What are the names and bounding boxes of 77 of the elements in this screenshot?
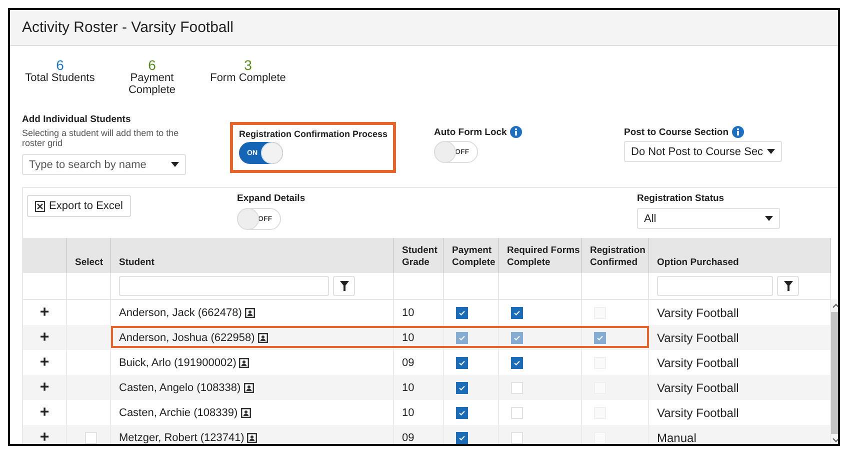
expand-toggle[interactable]: + bbox=[40, 304, 50, 320]
id-card-icon[interactable] bbox=[244, 382, 254, 392]
export-button[interactable]: Export to Excel bbox=[27, 195, 131, 217]
column-header[interactable]: Required Forms Complete bbox=[507, 245, 581, 269]
dropdown-label: Registration Status bbox=[637, 193, 726, 204]
stat-value: 6 bbox=[148, 58, 156, 72]
stat-value: 3 bbox=[244, 58, 252, 72]
checkbox[interactable] bbox=[511, 306, 523, 318]
table-cell: 09 bbox=[402, 432, 414, 444]
table-cell: 10 bbox=[402, 306, 414, 318]
checkbox[interactable] bbox=[456, 382, 468, 394]
table-cell: 10 bbox=[402, 406, 414, 418]
filter-field[interactable] bbox=[119, 276, 329, 296]
column-header[interactable]: Student bbox=[119, 257, 154, 269]
dropdown-label: Post to Course Section bbox=[624, 126, 729, 138]
caret-icon bbox=[171, 162, 179, 167]
table-cell: 10 bbox=[402, 382, 414, 394]
scroll-up-icon[interactable] bbox=[832, 303, 838, 308]
checkbox[interactable] bbox=[511, 356, 523, 368]
student-name[interactable]: Anderson, Joshua (622958) bbox=[119, 332, 255, 344]
expand-toggle[interactable]: + bbox=[40, 404, 50, 420]
hint-text: Selecting a student will add them to the roster grid bbox=[22, 128, 180, 148]
column-header[interactable]: Student Grade bbox=[402, 245, 443, 269]
select-checkbox[interactable] bbox=[84, 432, 96, 444]
student-name[interactable]: Metzger, Robert (123741) bbox=[119, 432, 244, 444]
checkbox[interactable] bbox=[456, 432, 468, 444]
id-card-icon[interactable] bbox=[244, 308, 255, 318]
column-header[interactable]: Registration Confirmed bbox=[590, 245, 648, 269]
filter-field[interactable] bbox=[657, 276, 773, 296]
table-cell: Varsity Football bbox=[657, 406, 739, 420]
info-icon[interactable] bbox=[510, 126, 522, 138]
section-label: Add Individual Students bbox=[22, 114, 132, 125]
expand-toggle[interactable]: + bbox=[40, 380, 50, 396]
student-name[interactable]: Anderson, Jack (662478) bbox=[119, 306, 242, 318]
caret-icon bbox=[765, 216, 773, 221]
table-cell: 10 bbox=[402, 332, 414, 344]
expand-toggle[interactable]: + bbox=[40, 430, 50, 444]
checkbox[interactable] bbox=[456, 356, 468, 368]
column-header[interactable]: Payment Complete bbox=[452, 245, 498, 269]
table-cell: 09 bbox=[402, 356, 414, 368]
stat-label: Form Complete bbox=[210, 72, 286, 84]
student-name[interactable]: Casten, Archie (108339) bbox=[119, 406, 238, 418]
table-cell: Varsity Football bbox=[657, 330, 739, 344]
filter-icon bbox=[340, 281, 348, 291]
filter-icon bbox=[784, 281, 792, 291]
window-title: Activity Roster - Varsity Football bbox=[22, 19, 234, 36]
expand-toggle[interactable]: + bbox=[40, 354, 50, 370]
search-field[interactable]: Type to search by name bbox=[22, 154, 186, 175]
id-card-icon[interactable] bbox=[258, 332, 268, 342]
caret-icon bbox=[767, 149, 775, 154]
toggle-label: Auto Form Lock bbox=[434, 126, 507, 138]
stat-label: Total Students bbox=[25, 72, 95, 84]
table-cell: Varsity Football bbox=[657, 356, 739, 370]
expand-toggle[interactable]: + bbox=[40, 330, 50, 346]
student-name[interactable]: Buick, Arlo (191900002) bbox=[119, 356, 236, 368]
table-cell: Manual bbox=[657, 430, 696, 444]
id-card-icon[interactable] bbox=[239, 358, 250, 368]
column-header[interactable]: Option Purchased bbox=[657, 257, 739, 269]
checkbox[interactable] bbox=[456, 306, 468, 318]
status-dropdown[interactable]: All bbox=[637, 208, 780, 229]
toggle-label: Expand Details bbox=[237, 193, 306, 204]
student-name[interactable]: Casten, Angelo (108338) bbox=[119, 382, 241, 394]
stat-label: Payment Complete bbox=[127, 72, 177, 96]
filter-button[interactable] bbox=[333, 276, 355, 296]
column-header[interactable]: Select bbox=[75, 257, 103, 269]
checkbox[interactable] bbox=[456, 406, 468, 418]
scroll-down-icon[interactable] bbox=[832, 438, 838, 443]
id-card-icon[interactable] bbox=[240, 408, 251, 418]
table-cell: Varsity Football bbox=[657, 380, 739, 394]
stat-value: 6 bbox=[56, 58, 64, 72]
filter-button[interactable] bbox=[777, 276, 799, 296]
course-section-dropdown[interactable]: Do Not Post to Course Sec bbox=[624, 141, 782, 162]
toggle-label: Registration Confirmation Process bbox=[239, 129, 389, 139]
info-icon[interactable] bbox=[732, 126, 744, 138]
spreadsheet-icon bbox=[35, 200, 45, 212]
table-cell: Varsity Football bbox=[657, 306, 739, 320]
id-card-icon[interactable] bbox=[247, 432, 258, 442]
